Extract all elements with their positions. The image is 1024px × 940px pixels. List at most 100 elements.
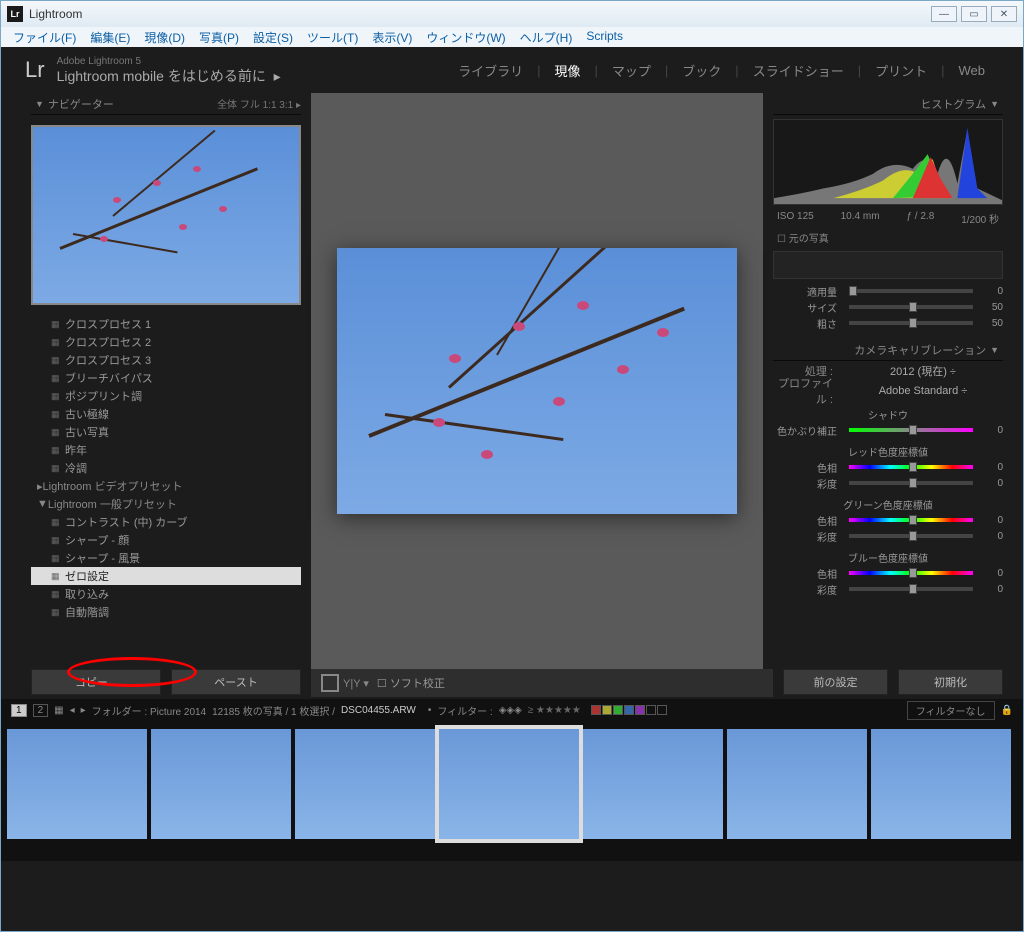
menu-develop[interactable]: 現像(D) bbox=[138, 27, 191, 47]
maximize-button[interactable]: ▭ bbox=[961, 6, 987, 22]
preset-item[interactable]: ▦コントラスト (中) カーブ bbox=[31, 513, 301, 531]
module-print[interactable]: プリント bbox=[861, 61, 941, 80]
center-toolbar: Y|Y ▾ ☐ ソフト校正 bbox=[311, 669, 773, 697]
histogram-display[interactable] bbox=[773, 119, 1003, 205]
lr-logo: Lr bbox=[25, 57, 45, 83]
reset-button[interactable]: 初期化 bbox=[898, 669, 1003, 695]
menu-help[interactable]: ヘルプ(H) bbox=[514, 27, 579, 47]
blue-sat-slider[interactable] bbox=[849, 587, 973, 591]
thumbnail[interactable] bbox=[151, 729, 291, 839]
preset-item[interactable]: ▦自動階調 bbox=[31, 603, 301, 621]
menu-scripts[interactable]: Scripts bbox=[580, 27, 629, 47]
rating-filter[interactable]: ≥ ★★★★★ bbox=[528, 705, 581, 716]
menu-settings[interactable]: 設定(S) bbox=[247, 27, 299, 47]
preset-group[interactable]: ▸ Lightroom ビデオプリセット bbox=[31, 477, 301, 495]
module-picker: ライブラリ| 現像| マップ| ブック| スライドショー| プリント| Web bbox=[444, 61, 999, 80]
preset-item[interactable]: ▦シャープ - 風景 bbox=[31, 549, 301, 567]
preset-item[interactable]: ▦ブリーチバイパス bbox=[31, 369, 301, 387]
thumbnail[interactable] bbox=[295, 729, 435, 839]
screen-1-button[interactable]: 1 bbox=[11, 704, 27, 717]
preset-item[interactable]: ▦クロスプロセス 1 bbox=[31, 315, 301, 333]
histogram-header[interactable]: ヒストグラム▼ bbox=[773, 93, 1003, 115]
red-hue-slider[interactable] bbox=[849, 465, 973, 469]
blue-hue-slider[interactable] bbox=[849, 571, 973, 575]
app-body: Lr Adobe Lightroom 5 Lightroom mobile をは… bbox=[1, 47, 1023, 931]
rough-slider[interactable] bbox=[849, 321, 973, 325]
module-web[interactable]: Web bbox=[945, 63, 1000, 78]
amount-slider[interactable] bbox=[849, 289, 973, 293]
menu-edit[interactable]: 編集(E) bbox=[84, 27, 136, 47]
thumbnail[interactable] bbox=[727, 729, 867, 839]
preset-item[interactable]: ▦古い写真 bbox=[31, 423, 301, 441]
preset-item[interactable]: ▦クロスプロセス 2 bbox=[31, 333, 301, 351]
thumbnail[interactable] bbox=[871, 729, 1011, 839]
softproof-checkbox[interactable]: ☐ ソフト校正 bbox=[377, 675, 445, 691]
brand-main[interactable]: Lightroom mobile をはじめる前に bbox=[57, 68, 266, 84]
thumbnail-selected[interactable] bbox=[439, 729, 579, 839]
identity-plate-bar: Lr Adobe Lightroom 5 Lightroom mobile をは… bbox=[1, 47, 1023, 93]
loupe-view[interactable] bbox=[311, 93, 763, 669]
grid-icon[interactable]: ▦ bbox=[54, 705, 63, 716]
preset-item[interactable]: ▦古い極線 bbox=[31, 405, 301, 423]
module-map[interactable]: マップ bbox=[598, 61, 665, 80]
tool-strip[interactable] bbox=[773, 251, 1003, 279]
menu-view[interactable]: 表示(V) bbox=[366, 27, 418, 47]
filter-preset[interactable]: フィルターなし bbox=[907, 701, 995, 720]
green-sat-slider[interactable] bbox=[849, 534, 973, 538]
calibration-header[interactable]: カメラキャリブレーション▼ bbox=[773, 339, 1003, 361]
minimize-button[interactable]: — bbox=[931, 6, 957, 22]
thumbnail[interactable] bbox=[7, 729, 147, 839]
profile-select[interactable]: プロファイル :Adobe Standard ÷ bbox=[773, 381, 1003, 401]
original-checkbox[interactable]: ☐ 元の写真 bbox=[773, 228, 1003, 247]
red-group: レッド色度座標値 bbox=[773, 444, 1003, 459]
folder-path[interactable]: フォルダー : Picture 2014 bbox=[92, 703, 206, 718]
shadow-group: シャドウ bbox=[773, 407, 1003, 422]
photo-metadata: ISO 125 10.4 mm ƒ / 2.8 1/200 秒 bbox=[773, 209, 1003, 228]
window-title: Lightroom bbox=[29, 7, 82, 21]
thumbnail[interactable] bbox=[583, 729, 723, 839]
preset-item[interactable]: ▦シャープ - 顔 bbox=[31, 531, 301, 549]
menu-photo[interactable]: 写真(P) bbox=[193, 27, 245, 47]
presets-panel: ▦クロスプロセス 1 ▦クロスプロセス 2 ▦クロスプロセス 3 ▦ブリーチバイ… bbox=[31, 315, 301, 669]
red-sat-slider[interactable] bbox=[849, 481, 973, 485]
titlebar[interactable]: Lr Lightroom — ▭ ✕ bbox=[1, 1, 1023, 27]
preset-item[interactable]: ▦冷調 bbox=[31, 459, 301, 477]
module-develop[interactable]: 現像 bbox=[540, 61, 594, 80]
navigator-title: ナビゲーター bbox=[48, 96, 114, 112]
compare-view-icon[interactable]: Y|Y ▾ bbox=[343, 677, 369, 690]
previous-settings-button[interactable]: 前の設定 bbox=[783, 669, 888, 695]
preset-item[interactable]: ▦クロスプロセス 3 bbox=[31, 351, 301, 369]
preset-item-selected[interactable]: ▦ゼロ設定 bbox=[31, 567, 301, 585]
module-slideshow[interactable]: スライドショー bbox=[739, 61, 858, 80]
menu-window[interactable]: ウィンドウ(W) bbox=[420, 27, 511, 47]
forward-icon[interactable]: ▸ bbox=[81, 705, 86, 716]
branding: Adobe Lightroom 5 Lightroom mobile をはじめる… bbox=[57, 56, 281, 85]
filter-lock-icon[interactable]: 🔒 bbox=[1001, 705, 1013, 716]
menu-tools[interactable]: ツール(T) bbox=[301, 27, 364, 47]
module-library[interactable]: ライブラリ bbox=[444, 61, 537, 80]
filter-label: フィルター : bbox=[437, 703, 492, 718]
copy-button[interactable]: コピー... bbox=[31, 669, 161, 695]
module-book[interactable]: ブック bbox=[668, 61, 735, 80]
loupe-view-icon[interactable] bbox=[321, 674, 339, 692]
color-label-filter[interactable] bbox=[591, 705, 667, 715]
filmstrip[interactable] bbox=[1, 721, 1023, 861]
paste-button[interactable]: ペースト bbox=[171, 669, 301, 695]
screen-2-button[interactable]: 2 bbox=[33, 704, 49, 717]
flag-filter-icon[interactable]: ◈◈◈ bbox=[499, 705, 522, 716]
navigator-preview[interactable] bbox=[31, 125, 301, 305]
green-hue-slider[interactable] bbox=[849, 518, 973, 522]
preset-item[interactable]: ▦取り込み bbox=[31, 585, 301, 603]
preset-item[interactable]: ▦ポジプリント調 bbox=[31, 387, 301, 405]
navigator-header[interactable]: ▼ ナビゲーター 全体 フル 1:1 3:1 ▸ bbox=[31, 93, 301, 115]
main-photo[interactable] bbox=[337, 248, 737, 514]
navigator-zoom-options[interactable]: 全体 フル 1:1 3:1 ▸ bbox=[217, 96, 301, 111]
back-icon[interactable]: ◂ bbox=[70, 705, 75, 716]
meta-aperture: ƒ / 2.8 bbox=[906, 211, 934, 226]
size-slider[interactable] bbox=[849, 305, 973, 309]
tint-slider[interactable] bbox=[849, 428, 973, 432]
preset-group[interactable]: ▼ Lightroom 一般プリセット bbox=[31, 495, 301, 513]
preset-item[interactable]: ▦昨年 bbox=[31, 441, 301, 459]
menu-file[interactable]: ファイル(F) bbox=[7, 27, 82, 47]
close-button[interactable]: ✕ bbox=[991, 6, 1017, 22]
